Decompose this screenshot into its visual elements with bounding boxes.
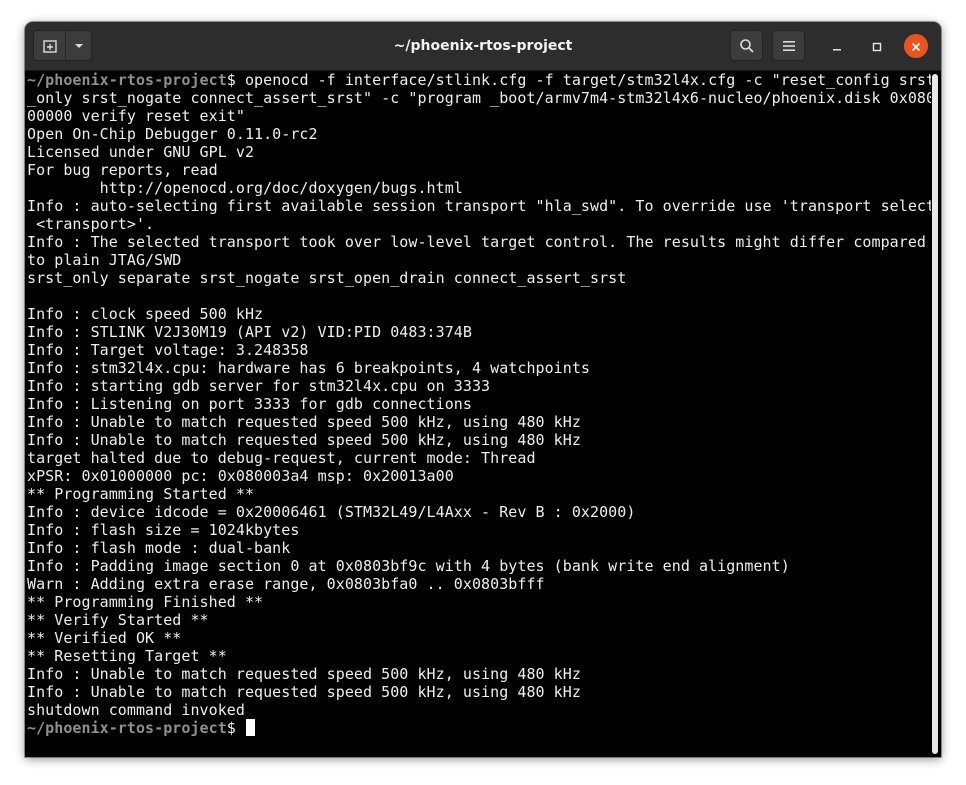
title-bar[interactable]: ~/phoenix-rtos-project <box>25 22 941 71</box>
menu-button[interactable] <box>772 30 805 61</box>
output-line: Info : The selected transport took over … <box>27 233 926 251</box>
hamburger-menu-icon <box>782 40 796 52</box>
output-line: ** Programming Finished ** <box>27 593 264 611</box>
output-line: Open On-Chip Debugger 0.11.0-rc2 <box>27 125 318 143</box>
prompt-path: ~/phoenix-rtos-project <box>27 71 227 89</box>
minimize-icon <box>832 37 842 56</box>
search-icon <box>739 38 755 54</box>
output-line: Warn : Adding extra erase range, 0x0803b… <box>27 575 545 593</box>
output-line: Info : starting gdb server for stm32l4x.… <box>27 377 491 395</box>
search-button[interactable] <box>730 30 763 61</box>
output-line: to plain JTAG/SWD <box>27 251 182 269</box>
current-prompt-line[interactable]: ~/phoenix-rtos-project$ <box>27 719 931 737</box>
output-line: For bug reports, read <box>27 161 218 179</box>
output-line: Info : stm32l4x.cpu: hardware has 6 brea… <box>27 359 591 377</box>
command-line: ~/phoenix-rtos-project$ openocd -f inter… <box>27 71 931 89</box>
output-block: Open On-Chip Debugger 0.11.0-rc2 Licensed… <box>27 125 931 719</box>
new-tab-button[interactable] <box>33 30 66 61</box>
output-line: Info : Unable to match requested speed 5… <box>27 665 581 683</box>
output-line: <transport>'. <box>27 215 155 233</box>
output-line: Info : Unable to match requested speed 5… <box>27 683 581 701</box>
prompt-symbol: $ <box>226 719 245 737</box>
text-cursor <box>245 719 255 736</box>
output-line: shutdown command invoked <box>27 701 245 719</box>
output-line: srst_only separate srst_nogate srst_open… <box>27 269 627 287</box>
terminal-output[interactable]: ~/phoenix-rtos-project$ openocd -f inter… <box>27 71 931 757</box>
output-line: http://openocd.org/doc/doxygen/bugs.html <box>27 179 463 197</box>
output-line: target halted due to debug-request, curr… <box>27 449 536 467</box>
command-line: 00000 verify reset exit" <box>27 107 245 125</box>
window-title: ~/phoenix-rtos-project <box>393 38 573 54</box>
output-line: Info : Target voltage: 3.248358 <box>27 341 309 359</box>
command-text: openocd -f interface/stlink.cfg -f targe… <box>244 71 931 89</box>
chevron-down-icon <box>73 40 85 52</box>
output-line: Info : Padding image section 0 at 0x0803… <box>27 557 790 575</box>
output-line: ** Programming Started ** <box>27 485 255 503</box>
output-line: Info : auto-selecting first available se… <box>27 197 931 215</box>
close-icon <box>911 37 921 56</box>
output-line: Info : flash mode : dual-bank <box>27 539 291 557</box>
maximize-icon <box>872 37 882 56</box>
tab-options-dropdown[interactable] <box>65 30 92 61</box>
output-line: Info : Unable to match requested speed 5… <box>27 431 581 449</box>
new-tab-icon <box>42 38 58 54</box>
prompt-path: ~/phoenix-rtos-project <box>27 719 227 737</box>
output-line: ** Verify Started ** <box>27 611 209 629</box>
output-line: xPSR: 0x01000000 pc: 0x080003a4 msp: 0x2… <box>27 467 454 485</box>
minimize-button[interactable] <box>825 34 849 58</box>
output-line: ** Resetting Target ** <box>27 647 227 665</box>
command-line: _only srst_nogate connect_assert_srst" -… <box>27 89 931 107</box>
output-line: Info : clock speed 500 kHz <box>27 305 264 323</box>
output-line: Info : device idcode = 0x20006461 (STM32… <box>27 503 636 521</box>
maximize-button[interactable] <box>865 34 889 58</box>
output-line: Info : Unable to match requested speed 5… <box>27 413 581 431</box>
output-line: Info : flash size = 1024kbytes <box>27 521 300 539</box>
prompt-symbol: $ <box>226 71 245 89</box>
close-button[interactable] <box>904 34 928 58</box>
output-line: Info : Listening on port 3333 for gdb co… <box>27 395 472 413</box>
terminal-window: ~/phoenix-rtos-project ~/phoenix-rtos-pr… <box>25 22 941 757</box>
output-line: Licensed under GNU GPL v2 <box>27 143 255 161</box>
scrollbar[interactable] <box>932 74 938 754</box>
output-line: ** Verified OK ** <box>27 629 182 647</box>
output-line: Info : STLINK V2J30M19 (API v2) VID:PID … <box>27 323 472 341</box>
